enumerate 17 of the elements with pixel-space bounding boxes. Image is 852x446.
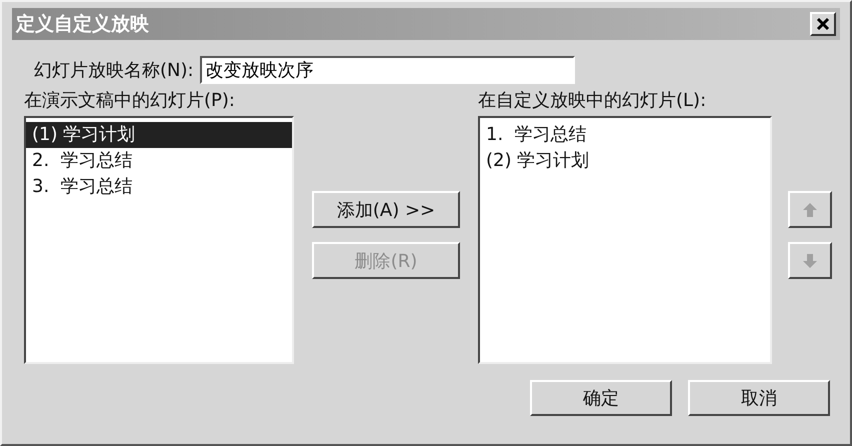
list-item[interactable]: 3. 学习总结: [26, 174, 292, 200]
name-field[interactable]: 改变放映次序: [200, 56, 575, 84]
list-item[interactable]: (2) 学习计划: [480, 148, 770, 174]
list-item[interactable]: (1) 学习计划: [26, 122, 292, 148]
down-arrow-icon: [802, 252, 818, 268]
ok-button[interactable]: 确定: [530, 380, 672, 416]
close-icon: [816, 17, 830, 31]
window-title: 定义自定义放映: [16, 12, 149, 37]
close-button[interactable]: [810, 12, 836, 36]
list-label: 在自定义放映中的幻灯片(L):: [478, 89, 708, 112]
add-button[interactable]: 添加(A) >>: [312, 191, 460, 228]
list-item[interactable]: 1. 学习总结: [480, 122, 770, 148]
list-label: 在演示文稿中的幻灯片(P):: [24, 89, 236, 112]
cancel-button[interactable]: 取消: [688, 380, 830, 416]
list-item[interactable]: 2. 学习总结: [26, 148, 292, 174]
field-label: 幻灯片放映名称(N):: [34, 59, 194, 82]
up-arrow-icon: [802, 202, 818, 218]
